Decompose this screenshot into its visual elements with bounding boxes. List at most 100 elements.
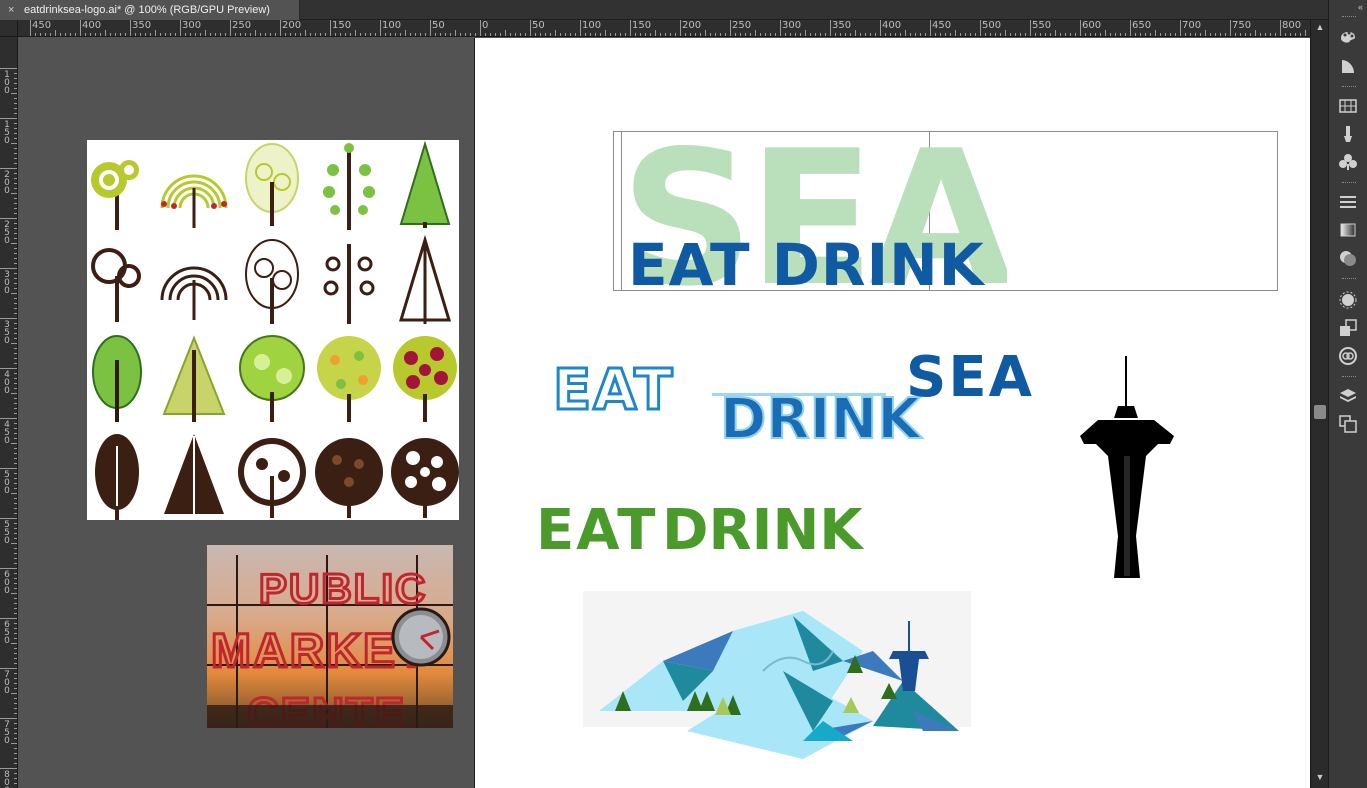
ruler-label: 100 (4, 70, 10, 96)
ruler-minor-tick (550, 33, 551, 36)
panel-group-grip[interactable] (1342, 278, 1356, 280)
cc-libraries-icon[interactable] (1338, 346, 1358, 366)
vertical-ruler[interactable]: 100 150 200 250 300 350 400 450 500 550 600 650 700 7… (0, 20, 18, 788)
ruler-minor-tick (1025, 33, 1026, 36)
ruler-minor-tick (205, 30, 206, 36)
ruler-minor-tick (935, 33, 936, 36)
ruler-minor-tick (14, 288, 17, 289)
scroll-thumb[interactable] (1314, 405, 1326, 419)
ruler-minor-tick (635, 33, 636, 36)
ruler-label: 550 (4, 520, 10, 546)
document-tab-title: eatdrinksea-logo.ai* @ 100% (RGB/GPU Pre… (24, 4, 270, 16)
vertical-scrollbar[interactable]: ▲ ▼ (1310, 20, 1328, 788)
logo-eat-drink-text[interactable]: EAT DRINK (628, 236, 985, 294)
ruler-minor-tick (14, 538, 17, 539)
ruler-minor-tick (14, 163, 17, 164)
stroke-icon[interactable] (1338, 56, 1358, 76)
ruler-origin[interactable] (0, 20, 18, 37)
ruler-minor-tick (640, 33, 641, 36)
ruler-minor-tick (1195, 33, 1196, 36)
ruler-minor-tick (440, 33, 441, 36)
panel-group-grip[interactable] (1342, 182, 1356, 184)
panel-group-grip[interactable] (1342, 376, 1356, 378)
outline-eat-text[interactable]: EAT (551, 361, 674, 420)
ruler-minor-tick (335, 33, 336, 36)
public-market-photo[interactable]: PUBLIC MARKET CENTE (207, 545, 453, 728)
ruler-label: 400 (82, 20, 102, 31)
ruler-tick (0, 218, 17, 219)
space-needle-silhouette[interactable] (1078, 356, 1176, 582)
mountains-graphic[interactable] (583, 591, 971, 759)
align-icon[interactable] (1338, 192, 1358, 212)
ruler-minor-tick (450, 33, 451, 36)
scroll-up-icon[interactable]: ▲ (1311, 22, 1329, 32)
mountains-illustration (599, 611, 959, 759)
ruler-minor-tick (375, 33, 376, 36)
tree-icons-image[interactable] (87, 140, 459, 520)
symbols-icon[interactable] (1338, 152, 1358, 172)
ruler-minor-tick (135, 33, 136, 36)
ruler-minor-tick (14, 408, 17, 409)
appearance-icon[interactable] (1338, 290, 1358, 310)
ruler-tick (580, 20, 581, 36)
green-drink-text[interactable]: DRINK (662, 503, 863, 559)
color-guide-icon[interactable] (1338, 26, 1358, 46)
ruler-minor-tick (14, 88, 17, 89)
ruler-minor-tick (535, 33, 536, 36)
ruler-minor-tick (1120, 33, 1121, 36)
ruler-minor-tick (14, 678, 17, 679)
panel-group-grip[interactable] (1342, 16, 1356, 18)
ruler-minor-tick (560, 33, 561, 36)
ruler-minor-tick (14, 108, 17, 109)
ruler-minor-tick (1035, 33, 1036, 36)
ruler-minor-tick (565, 33, 566, 36)
ruler-minor-tick (755, 30, 756, 36)
public-sign-letters: PUBLIC (259, 565, 427, 612)
ruler-minor-tick (14, 653, 17, 654)
green-eat-text[interactable]: EAT (536, 503, 657, 559)
ruler-minor-tick (14, 83, 17, 84)
ruler-minor-tick (815, 33, 816, 36)
ruler-minor-tick (1150, 33, 1151, 36)
ruler-minor-tick (195, 33, 196, 36)
ruler-minor-tick (14, 103, 17, 104)
ruler-minor-tick (14, 508, 17, 509)
panel-group-grip[interactable] (1342, 86, 1356, 88)
ruler-label: 650 (1132, 20, 1152, 31)
ruler-minor-tick (14, 253, 17, 254)
ruler-minor-tick (14, 203, 17, 204)
document-tab-bar: × eatdrinksea-logo.ai* @ 100% (RGB/GPU P… (0, 0, 1328, 20)
document-tab[interactable]: × eatdrinksea-logo.ai* @ 100% (RGB/GPU P… (0, 0, 300, 20)
transparency-icon[interactable] (1338, 248, 1358, 268)
ruler-minor-tick (14, 198, 17, 199)
ruler-minor-tick (14, 153, 17, 154)
swatches-icon[interactable] (1338, 96, 1358, 116)
artboards-icon[interactable] (1338, 414, 1358, 434)
ruler-minor-tick (14, 573, 17, 574)
ruler-minor-tick (1255, 30, 1256, 36)
ruler-minor-tick (325, 33, 326, 36)
ruler-minor-tick (615, 33, 616, 36)
ruler-minor-tick (14, 233, 17, 234)
graphic-styles-icon[interactable] (1338, 318, 1358, 338)
blue-sea-text[interactable]: SEA (906, 350, 1034, 406)
scroll-down-icon[interactable]: ▼ (1311, 772, 1329, 782)
ruler-minor-tick (125, 33, 126, 36)
close-tab-icon[interactable]: × (8, 0, 14, 20)
ruler-minor-tick (14, 688, 17, 689)
gradient-icon[interactable] (1338, 220, 1358, 240)
collapse-panels-icon[interactable]: « (1358, 2, 1363, 12)
ruler-label: 250 (232, 20, 252, 31)
ruler-tick (430, 20, 431, 36)
ruler-minor-tick (14, 448, 17, 449)
ruler-minor-tick (250, 33, 251, 36)
brushes-icon[interactable] (1338, 124, 1358, 144)
ruler-minor-tick (190, 33, 191, 36)
outline-drink-text[interactable]: DRINK (719, 391, 922, 449)
layers-icon[interactable] (1338, 386, 1358, 406)
ruler-minor-tick (55, 30, 56, 36)
ruler-minor-tick (14, 608, 17, 609)
ruler-minor-tick (1085, 33, 1086, 36)
ruler-minor-tick (14, 278, 17, 279)
horizontal-ruler[interactable]: 450 400 350 300 250 200 150 100 50 0 50 100 150 200 25… (18, 20, 1328, 37)
